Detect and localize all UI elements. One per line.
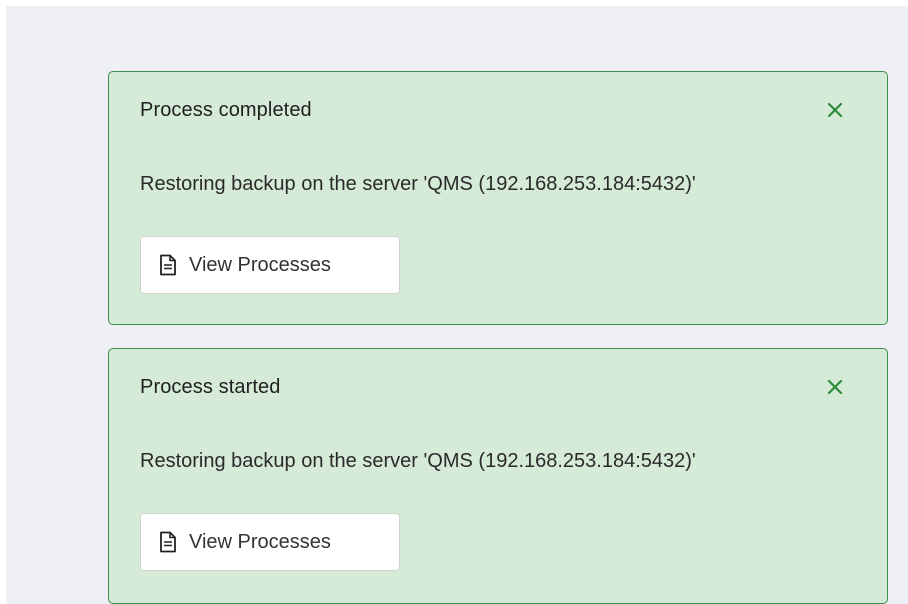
notification-toast-started: Process started Restoring backup on the … <box>108 348 888 604</box>
close-icon <box>827 379 843 395</box>
view-processes-button[interactable]: View Processes <box>140 236 400 294</box>
notification-title: Process started <box>140 376 281 398</box>
notification-panel: Process completed Restoring backup on th… <box>6 6 908 604</box>
notification-message: Restoring backup on the server 'QMS (192… <box>140 450 696 472</box>
notification-title: Process completed <box>140 99 312 121</box>
notification-message: Restoring backup on the server 'QMS (192… <box>140 173 696 195</box>
close-button[interactable] <box>821 96 849 124</box>
page: Process completed Restoring backup on th… <box>0 0 908 604</box>
view-processes-label: View Processes <box>189 530 331 553</box>
close-button[interactable] <box>821 373 849 401</box>
document-icon <box>160 254 176 276</box>
document-icon <box>160 531 176 553</box>
view-processes-button[interactable]: View Processes <box>140 513 400 571</box>
view-processes-label: View Processes <box>189 253 331 276</box>
notification-toast-completed: Process completed Restoring backup on th… <box>108 71 888 325</box>
close-icon <box>827 102 843 118</box>
